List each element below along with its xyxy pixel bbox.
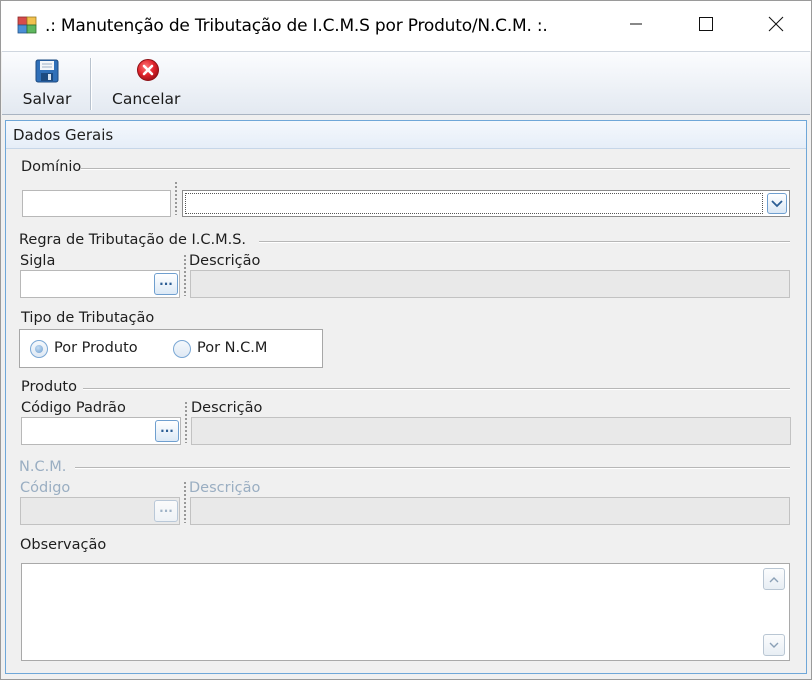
- produto-descricao-label: Descrição: [191, 400, 263, 416]
- dominio-dropdown-button[interactable]: [767, 193, 787, 214]
- observacao-textarea[interactable]: [21, 563, 790, 661]
- dominio-code-input[interactable]: [22, 190, 171, 217]
- close-icon: [768, 16, 784, 36]
- window-title: .: Manutenção de Tributação de I.C.M.S p…: [45, 16, 548, 36]
- ncm-codigo-label: Código: [20, 480, 71, 496]
- red-x-circle-icon: [136, 58, 160, 86]
- radio-por-ncm[interactable]: Por N.C.M: [173, 339, 293, 359]
- toolbar: Salvar Cancelar: [2, 51, 810, 115]
- toolbar-separator: [90, 58, 91, 110]
- chevron-down-icon: [771, 196, 783, 212]
- ellipsis-icon: ···: [159, 277, 173, 291]
- scroll-up-button[interactable]: [763, 568, 785, 590]
- focus-rect: [185, 193, 763, 214]
- ncm-divider: [75, 467, 790, 468]
- tipo-radio-group: Por Produto Por N.C.M: [19, 329, 323, 368]
- panel-header: Dados Gerais: [6, 121, 806, 149]
- sigla-label: Sigla: [20, 253, 56, 269]
- floppy-disk-icon: [35, 59, 59, 87]
- ncm-descricao-label: Descrição: [189, 480, 261, 496]
- dominio-divider: [81, 168, 790, 169]
- produto-divider: [83, 388, 790, 389]
- cancel-button[interactable]: Cancelar: [104, 52, 192, 114]
- observacao-label: Observação: [20, 537, 107, 553]
- scroll-down-button[interactable]: [763, 634, 785, 656]
- ncm-lookup-button[interactable]: ···: [154, 500, 178, 522]
- tipo-section-label: Tipo de Tributação: [21, 310, 155, 326]
- radio-por-ncm-label: Por N.C.M: [197, 340, 268, 356]
- dominio-section-label: Domínio: [21, 159, 82, 175]
- title-bar[interactable]: .: Manutenção de Tributação de I.C.M.S p…: [1, 1, 811, 51]
- ncm-section-label: N.C.M.: [19, 459, 67, 475]
- vertical-scrollbar[interactable]: [763, 568, 785, 656]
- sigla-lookup-button[interactable]: ···: [154, 273, 178, 295]
- radio-por-produto-label: Por Produto: [54, 340, 138, 356]
- dominio-select[interactable]: [182, 190, 790, 217]
- radio-button-unchecked-icon: [173, 340, 191, 358]
- regra-section-label: Regra de Tributação de I.C.M.S.: [19, 232, 247, 248]
- app-window-icon: [17, 15, 37, 35]
- splitter-handle[interactable]: [182, 251, 188, 299]
- save-button[interactable]: Salvar: [14, 52, 80, 114]
- splitter-handle[interactable]: [183, 398, 189, 446]
- produto-descricao-field: [191, 417, 791, 445]
- regra-divider: [259, 241, 790, 242]
- panel-title: Dados Gerais: [13, 126, 114, 144]
- produto-section-label: Produto: [21, 379, 77, 395]
- radio-button-checked-icon: [30, 340, 48, 358]
- ellipsis-icon: ···: [159, 504, 173, 518]
- save-button-label: Salvar: [22, 90, 72, 108]
- minimize-button[interactable]: [601, 1, 671, 51]
- radio-por-produto[interactable]: Por Produto: [30, 339, 150, 359]
- maximize-icon: [699, 17, 713, 35]
- splitter-handle[interactable]: [173, 178, 179, 218]
- minimize-icon: [629, 17, 643, 35]
- chevron-up-icon: [769, 571, 779, 587]
- regra-descricao-label: Descrição: [189, 253, 261, 269]
- splitter-handle[interactable]: [182, 478, 188, 526]
- app-window: .: Manutenção de Tributação de I.C.M.S p…: [0, 0, 812, 680]
- close-button[interactable]: [741, 1, 811, 51]
- chevron-down-icon: [769, 637, 779, 653]
- ncm-descricao-field: [190, 497, 790, 525]
- produto-lookup-button[interactable]: ···: [155, 420, 179, 442]
- maximize-button[interactable]: [671, 1, 741, 51]
- regra-descricao-field: [190, 270, 790, 298]
- codigo-padrao-label: Código Padrão: [21, 400, 126, 416]
- cancel-button-label: Cancelar: [112, 90, 181, 108]
- ellipsis-icon: ···: [160, 424, 174, 438]
